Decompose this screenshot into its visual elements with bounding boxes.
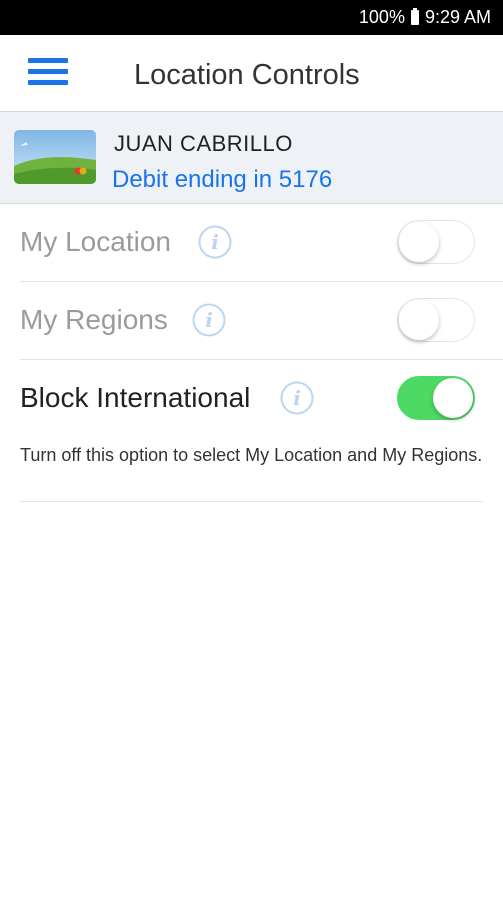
block-international-toggle[interactable]	[397, 376, 475, 420]
my-location-toggle[interactable]	[397, 220, 475, 264]
card-description: Debit ending in 5176	[112, 166, 333, 193]
setting-label: Block International	[20, 382, 251, 413]
setting-label: My Regions	[20, 304, 168, 335]
svg-text:i: i	[205, 308, 213, 332]
setting-block-international: Block International i	[20, 360, 503, 437]
setting-label: My Location	[20, 226, 171, 257]
svg-text:i: i	[293, 386, 301, 410]
card-selector[interactable]: JUAN CABRILLO Debit ending in 5176	[0, 112, 503, 204]
card-holder-name: JUAN CABRILLO	[114, 131, 293, 156]
info-icon[interactable]: i	[198, 225, 232, 259]
toggle-knob	[399, 222, 439, 262]
my-regions-toggle[interactable]	[397, 298, 475, 342]
svg-text:i: i	[211, 230, 219, 254]
menu-icon[interactable]	[28, 58, 68, 86]
status-time: 9:29 AM	[424, 7, 491, 27]
info-icon[interactable]: i	[280, 381, 314, 415]
battery-icon	[410, 8, 419, 25]
setting-my-location: My Location i	[20, 204, 503, 282]
card-image	[14, 130, 96, 184]
toggle-knob	[433, 378, 473, 418]
setting-my-regions: My Regions i	[20, 282, 503, 360]
app-bar: Location Controls	[0, 35, 503, 112]
toggle-knob	[399, 300, 439, 340]
status-bar: 100% 9:29 AM	[0, 0, 503, 35]
info-icon[interactable]: i	[192, 303, 226, 337]
divider	[20, 501, 483, 502]
setting-help-text: Turn off this option to select My Locati…	[20, 445, 483, 465]
battery-percent: 100%	[358, 7, 405, 27]
page-title: Location Controls	[134, 59, 360, 91]
status-bar-right: 100% 9:29 AM	[359, 7, 491, 28]
